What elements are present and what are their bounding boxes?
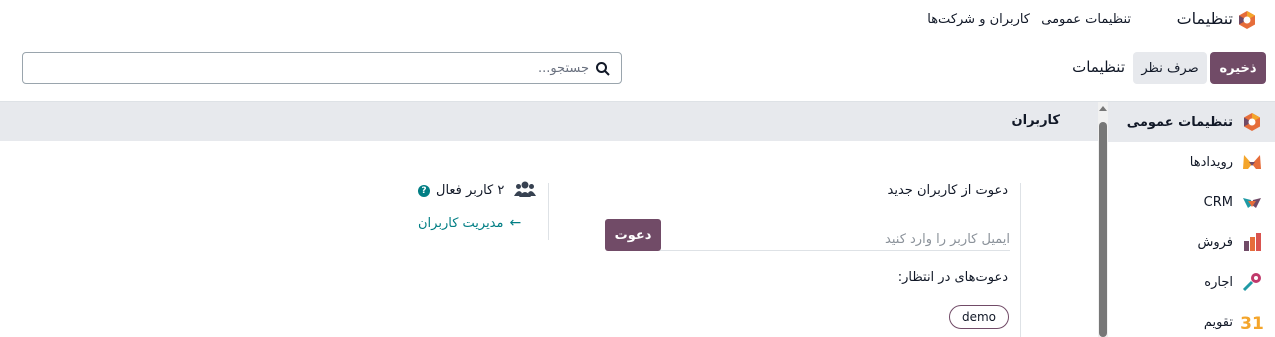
crm-icon	[1243, 198, 1261, 208]
top-navbar: تنظیمات تنظیمات عمومی کاربران و شرکت‌ها	[0, 0, 1275, 40]
app-title[interactable]: تنظیمات	[1177, 9, 1233, 28]
sidebar-item-calendar[interactable]: 31 تقویم	[1108, 302, 1275, 337]
control-panel: ذخیره صرف نظر تنظیمات	[0, 40, 1275, 100]
sidebar-item-label: تنظیمات عمومی	[1126, 114, 1233, 130]
column-divider	[548, 183, 549, 240]
invite-button[interactable]: دعوت	[605, 219, 661, 251]
sidebar-item-label: تقویم	[1203, 314, 1233, 330]
sidebar-item-label: رویدادها	[1189, 154, 1233, 170]
svg-text:31: 31	[1241, 314, 1263, 333]
section-title: کاربران	[1011, 113, 1060, 128]
section-header: کاربران	[0, 102, 1098, 141]
scroll-up-icon[interactable]	[1099, 106, 1107, 111]
search-icon[interactable]	[595, 61, 611, 77]
active-users: ۲ کاربر فعال ?	[418, 183, 504, 198]
events-icon	[1243, 155, 1261, 169]
arrow-left-icon: ←	[509, 215, 522, 231]
settings-app-icon[interactable]	[1237, 10, 1257, 30]
pending-invitations-title: دعوت‌های در انتظار:	[897, 270, 1008, 285]
rental-icon	[1242, 273, 1261, 292]
pending-user-tag[interactable]: demo	[949, 305, 1009, 329]
sidebar-item-sales[interactable]: فروش	[1108, 222, 1275, 262]
sidebar-item-label: CRM	[1203, 194, 1233, 210]
menu-general-settings[interactable]: تنظیمات عمومی	[1041, 12, 1131, 27]
users-icon	[514, 181, 536, 197]
scroll-thumb[interactable]	[1099, 122, 1107, 337]
breadcrumb: تنظیمات	[1072, 58, 1125, 76]
invite-email-input[interactable]	[660, 229, 1010, 251]
invite-title: دعوت از کاربران جدید	[887, 183, 1008, 198]
discard-button[interactable]: صرف نظر	[1133, 52, 1207, 84]
active-users-count: ۲ کاربر فعال	[436, 183, 505, 198]
sidebar-item-events[interactable]: رویدادها	[1108, 142, 1275, 182]
manage-users-link[interactable]: ← مدیریت کاربران	[418, 215, 521, 231]
calendar-icon: 31	[1241, 314, 1263, 333]
search-input[interactable]	[49, 58, 589, 78]
manage-users-label: مدیریت کاربران	[418, 215, 504, 231]
sidebar-item-label: اجاره	[1204, 274, 1233, 290]
help-icon[interactable]: ?	[418, 184, 430, 197]
sidebar-item-rental[interactable]: اجاره	[1108, 262, 1275, 302]
sales-icon	[1244, 233, 1261, 251]
save-button[interactable]: ذخیره	[1210, 52, 1266, 84]
sidebar-item-general-settings[interactable]: تنظیمات عمومی	[1108, 102, 1275, 142]
settings-icon	[1244, 113, 1260, 131]
sidebar-item-label: فروش	[1197, 234, 1233, 250]
scrollbar[interactable]	[1098, 102, 1108, 337]
sidebar-item-crm[interactable]: CRM	[1108, 182, 1275, 222]
menu-users-companies[interactable]: کاربران و شرکت‌ها	[927, 12, 1030, 27]
search-box[interactable]	[22, 52, 622, 84]
settings-sidebar: تنظیمات عمومی رویدادها CRM فروش اجاره 31…	[1108, 102, 1275, 337]
column-divider	[1020, 183, 1021, 337]
